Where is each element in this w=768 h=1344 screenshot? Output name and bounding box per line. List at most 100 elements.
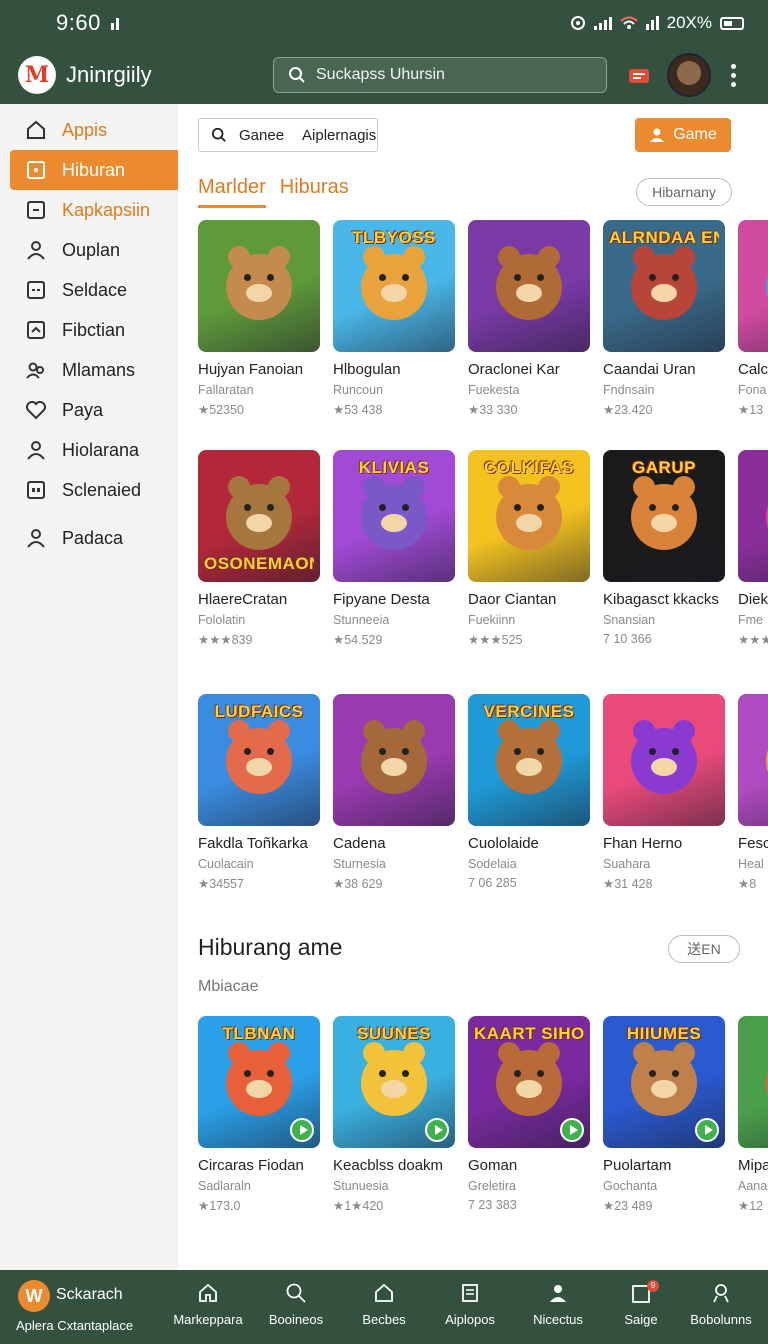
sidebar-item-seldace[interactable]: Seldace [0, 270, 178, 310]
sidebar-item-kapkapsiin[interactable]: Kapkapsiin [0, 190, 178, 230]
game-card[interactable]: KLIVIAS Fipyane Desta Stunneeia ★54.529 [333, 450, 455, 647]
game-thumbnail[interactable]: KLIVIAS [333, 450, 455, 582]
game-thumbnail[interactable] [198, 220, 320, 352]
game-thumbnail[interactable] [333, 694, 455, 826]
game-card[interactable]: LUDFAICS Fakdla Toñkarka Cuolacain ★34557 [198, 694, 320, 891]
sidebar-item-ouplan[interactable]: Ouplan [0, 230, 178, 270]
game-card[interactable]: GARUP Kibagasct kkacks Snansian 7 10 366 [603, 450, 725, 647]
game-publisher: Heal [738, 857, 764, 871]
game-thumbnail[interactable]: HIIUMES [603, 1016, 725, 1148]
avatar[interactable] [667, 53, 711, 97]
sidebar-item-sclenaied[interactable]: Sclenaied [0, 470, 178, 510]
bottom-nav-booineos[interactable]: Booineos [256, 1282, 336, 1327]
sidebar-item-mlamans[interactable]: Mlamans [0, 350, 178, 390]
bear-mascot-icon [631, 476, 697, 550]
bottom-nav-becbes[interactable]: Becbes [344, 1282, 424, 1327]
cell-signal-icon [593, 16, 612, 30]
game-button[interactable]: Game [635, 118, 731, 152]
play-icon[interactable] [695, 1118, 719, 1142]
game-card[interactable]: Diek Fme ★★★ [738, 450, 768, 647]
bottom-nav-markeppara[interactable]: Markeppara [168, 1282, 248, 1327]
sidebar-item-fibctian[interactable]: Fibctian [0, 310, 178, 350]
play-icon[interactable] [560, 1118, 584, 1142]
sidebar-item-appis[interactable]: Appis [0, 110, 178, 150]
search-icon [286, 1283, 306, 1303]
game-card[interactable]: KAART SIHOKAS Goman Greletira 7 23 383 [468, 1016, 590, 1213]
game-rating: ★12 [738, 1199, 764, 1213]
game-name: Puolartam [603, 1157, 672, 1174]
see-all-pill[interactable]: Hibarnany [636, 178, 732, 206]
game-card[interactable]: Fhan Herno Suahara ★31 428 [603, 694, 725, 891]
game-publisher: Sodelaia [468, 857, 517, 871]
game-card[interactable]: COLKIFAS Daor Ciantan Fuekiinn ★★★525 [468, 450, 590, 647]
game-rating: ★★★839 [198, 633, 253, 647]
game-publisher: Fuekesta [468, 383, 520, 397]
game-card[interactable]: TLBYOSS Hlbogulan Runcoun ★53 438 [333, 220, 455, 417]
bottom-nav-aiplopos[interactable]: Aiplopos [430, 1282, 510, 1327]
sidebar-item-paya[interactable]: Paya [0, 390, 178, 430]
user-icon [650, 128, 665, 142]
game-thumbnail[interactable]: COLKIFAS [468, 450, 590, 582]
game-card[interactable]: Cadena Sturnesia ★38 629 [333, 694, 455, 891]
play-icon[interactable] [425, 1118, 449, 1142]
game-card[interactable]: TLBNAN Circaras Fiodan Sadlaraln ★173.0 [198, 1016, 320, 1213]
game-thumbnail[interactable] [738, 694, 768, 826]
bear-mascot-icon [226, 476, 292, 550]
bear-mascot-icon [361, 246, 427, 320]
game-rating: ★13 [738, 403, 764, 417]
bottom-nav-bobolunns[interactable]: Bobolunns [681, 1282, 761, 1327]
battery-icon [720, 16, 744, 30]
game-card[interactable]: OSONEMAONI HlaereCratan Fololatin ★★★839 [198, 450, 320, 647]
game-thumbnail[interactable]: TLBNAN [198, 1016, 320, 1148]
game-card[interactable]: ALRNDAA ENAAEH Caandai Uran Fndnsain ★23.42… [603, 220, 725, 417]
bottom-nav-nicectus[interactable]: Nicectus [518, 1282, 598, 1327]
game-publisher: Cuolacain [198, 857, 254, 871]
play-icon[interactable] [290, 1118, 314, 1142]
game-card[interactable]: Fesc Heal ★8 [738, 694, 768, 891]
game-card[interactable]: Mipa Aana ★12 [738, 1016, 768, 1213]
search-input[interactable]: Suckapss Uhursin [273, 57, 607, 93]
game-thumbnail[interactable]: LUDFAICS [198, 694, 320, 826]
category-tabs: Marlder Hiburas [198, 176, 349, 208]
game-thumbnail[interactable]: KAART SIHOKAS [468, 1016, 590, 1148]
tab-hiburas[interactable]: Hiburas [280, 176, 349, 208]
game-card[interactable]: VERCINES Cuololaide Sodelaia 7 06 285 [468, 694, 590, 891]
tab-marlder[interactable]: Marlder [198, 176, 266, 208]
game-thumbnail[interactable]: VERCINES [468, 694, 590, 826]
game-card[interactable]: Oraclonei Kar Fuekesta ★33 330 [468, 220, 590, 417]
game-thumbnail[interactable]: SUUNES [333, 1016, 455, 1148]
game-thumbnail[interactable] [738, 450, 768, 582]
game-card[interactable]: HIIUMES Puolartam Gochanta ★23 489 [603, 1016, 725, 1213]
game-thumbnail[interactable]: GARUP [603, 450, 725, 582]
game-thumbnail[interactable] [738, 1016, 768, 1148]
game-name: Keacblss doakm [333, 1157, 444, 1174]
game-card[interactable]: Calc Fona ★13 [738, 220, 768, 417]
game-thumbnail[interactable] [468, 220, 590, 352]
app-logo[interactable]: M [18, 56, 56, 94]
cart-icon[interactable] [627, 63, 651, 87]
bear-mascot-icon [631, 246, 697, 320]
account-icon [713, 1284, 729, 1303]
game-thumbnail[interactable]: OSONEMAONI [198, 450, 320, 582]
game-card[interactable]: Hujyan Fanoian Fallaratan ★52350 [198, 220, 320, 417]
game-card[interactable]: SUUNES Keacblss doakm Stunuesia ★1★420 [333, 1016, 455, 1213]
game-thumbnail[interactable] [603, 694, 725, 826]
sidebar-item-padaca[interactable]: Padaca [0, 518, 178, 558]
game-thumbnail[interactable]: ALRNDAA ENAAEH [603, 220, 725, 352]
filter-search-box[interactable]: Ganee Aiplernagis [198, 118, 378, 152]
more-menu-icon[interactable] [731, 63, 737, 87]
filter-label-left: Ganee [239, 126, 285, 144]
sidebar-item-hiburan[interactable]: Hiburan [10, 150, 178, 190]
thumbnail-title: ALRNDAA ENAAEH [609, 228, 719, 247]
game-name: Calc [738, 361, 768, 378]
game-name: Daor Ciantan [468, 591, 557, 608]
game-thumbnail[interactable]: TLBYOSS [333, 220, 455, 352]
game-name: Hlbogulan [333, 361, 401, 378]
section-language-pill[interactable]: 送EN [668, 935, 740, 963]
bottom-nav-saige[interactable]: 9 Saige [601, 1280, 681, 1327]
bear-mascot-icon [226, 1042, 292, 1116]
bear-mascot-icon [226, 246, 292, 320]
game-thumbnail[interactable] [738, 220, 768, 352]
sidebar-item-hiolarana[interactable]: Hiolarana [0, 430, 178, 470]
section-title: Hiburang ame [198, 934, 343, 960]
